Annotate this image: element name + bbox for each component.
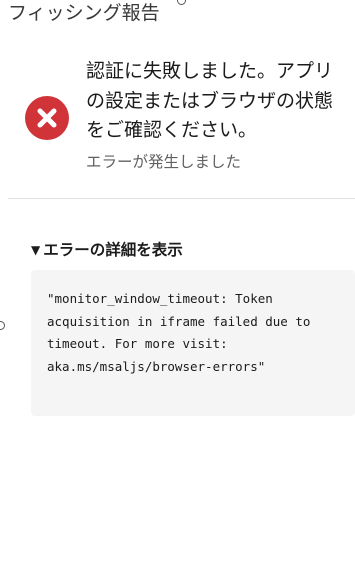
caret-down-icon: ▼ [31, 243, 41, 257]
resize-handle-left[interactable] [0, 321, 5, 330]
error-subtext: エラーが発生しました [86, 153, 242, 171]
show-error-details-toggle[interactable]: ▼ エラーの詳細を表示 [31, 239, 183, 261]
error-circle-icon [25, 96, 69, 140]
show-error-details-label: エラーの詳細を表示 [43, 241, 183, 259]
error-details-text: "monitor_window_timeout: Token acquisiti… [47, 291, 311, 374]
error-message: 認証に失敗しました。アプリの設定またはブラウザの状態をご確認ください。 [86, 60, 334, 141]
resize-handle-top[interactable] [177, 0, 186, 5]
window-title: フィッシング報告 [8, 2, 160, 24]
divider [8, 198, 355, 199]
